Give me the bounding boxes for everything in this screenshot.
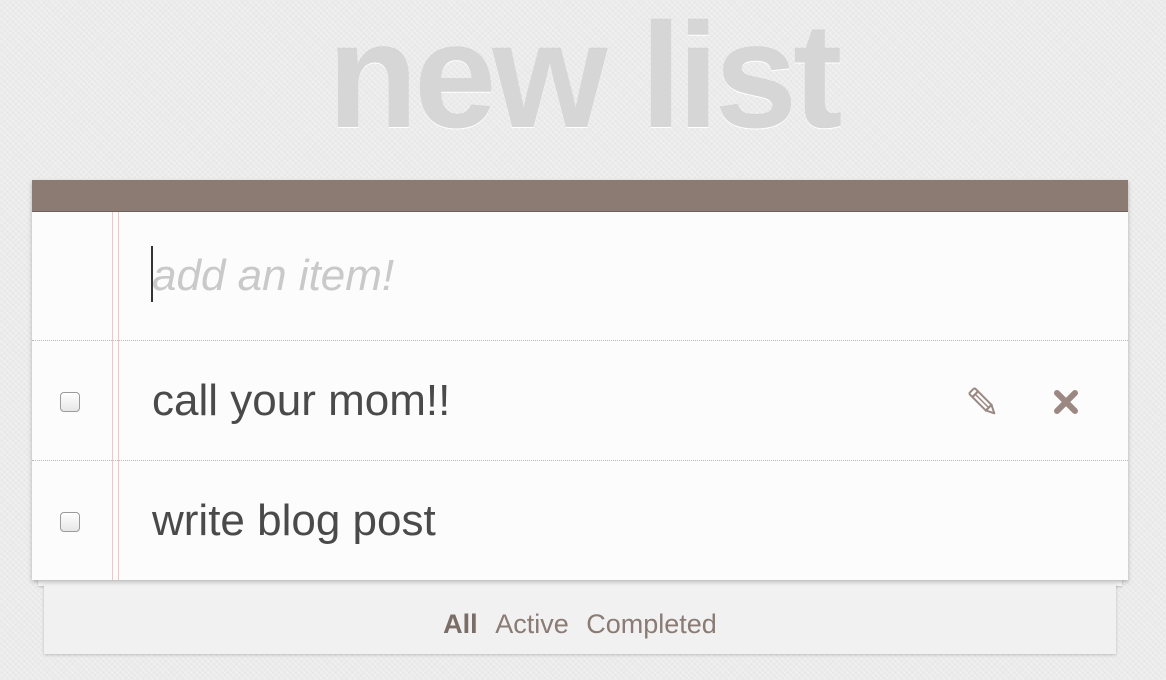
todo-item: call your mom!! [32, 342, 1128, 461]
close-icon[interactable] [1050, 386, 1082, 418]
todo-item-text[interactable]: call your mom!! [152, 375, 450, 427]
todo-item-text[interactable]: write blog post [152, 495, 436, 547]
todo-item: write blog post [32, 462, 1128, 580]
text-caret [151, 246, 153, 302]
filter-footer: All Active Completed [44, 584, 1116, 654]
pencil-icon[interactable] [966, 384, 1000, 420]
filter-bar: All Active Completed [44, 608, 1116, 640]
page-title: new list [327, 0, 843, 159]
todo-checkbox[interactable] [60, 392, 80, 412]
filter-all-link[interactable]: All [443, 608, 478, 640]
new-item-input[interactable] [152, 246, 1052, 306]
list-header-bar [32, 180, 1128, 212]
filter-completed-link[interactable]: Completed [586, 608, 717, 640]
todo-list-card: call your mom!! write blog post [32, 180, 1128, 580]
new-item-row [32, 212, 1128, 341]
todo-checkbox[interactable] [60, 512, 80, 532]
filter-active-link[interactable]: Active [495, 608, 569, 640]
